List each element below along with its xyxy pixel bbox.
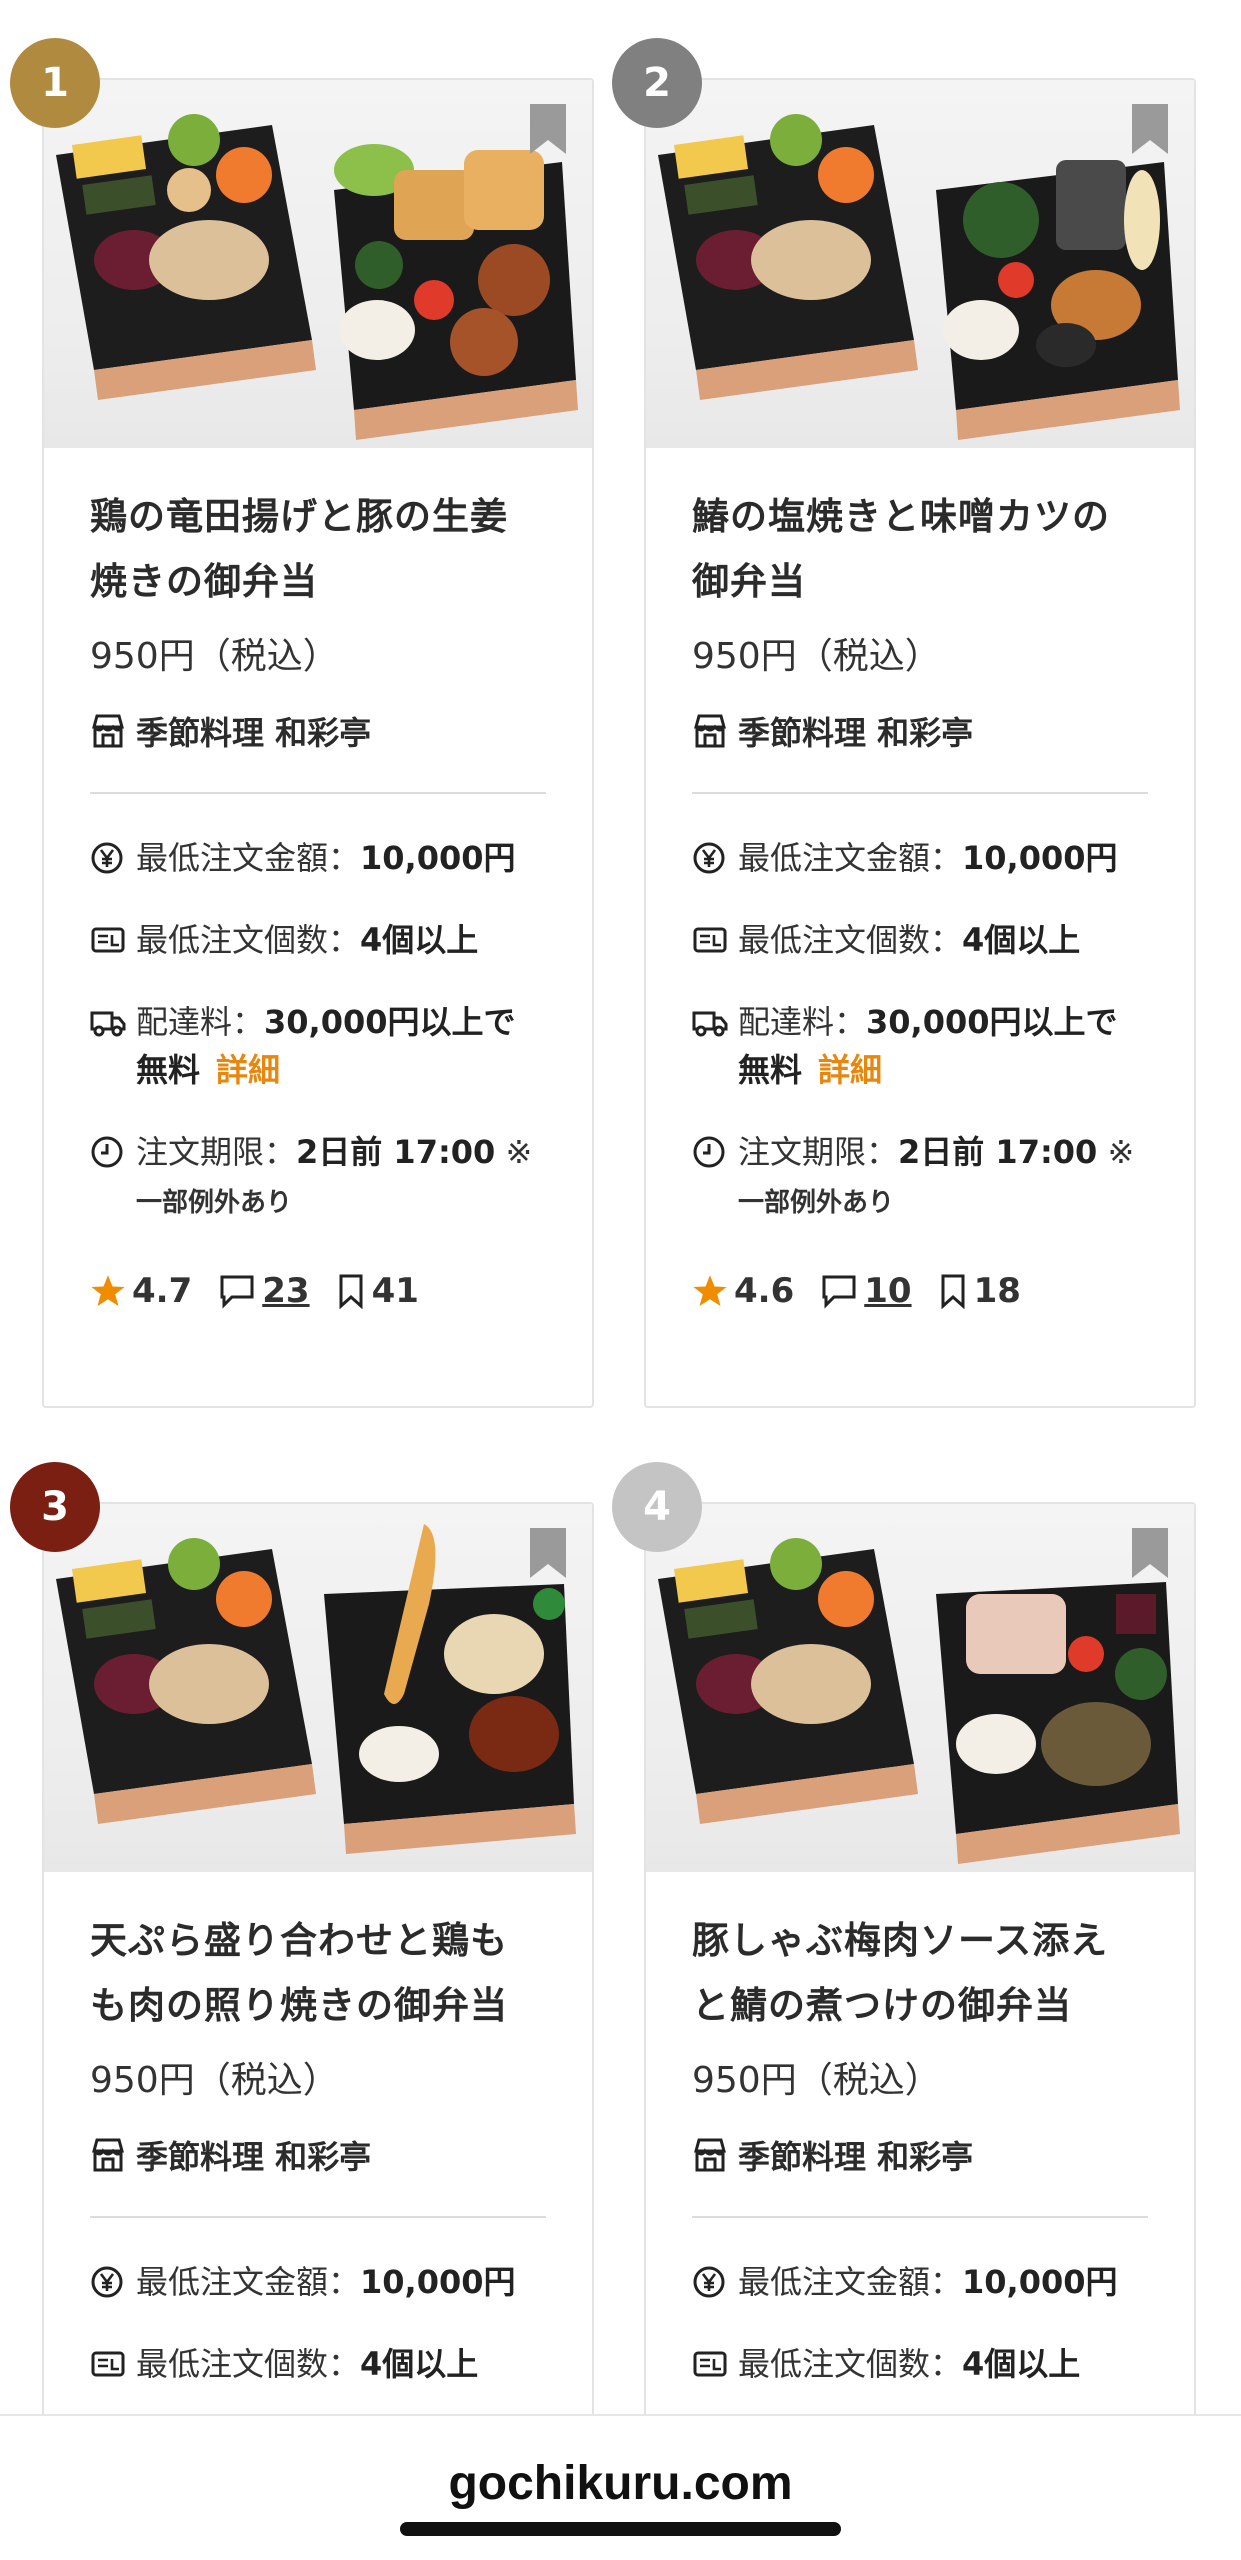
site-domain[interactable]: gochikuru.com (0, 2456, 1241, 2511)
box-count-icon (91, 2351, 125, 2377)
title-line-2: も肉の照り焼きの御弁当 (90, 1984, 508, 2027)
bookmark-outline-icon (941, 1274, 965, 1309)
deadline-row: 注文期限：2日前 17:00 ※ 一部例外あり (90, 1128, 546, 1227)
product-card-1[interactable]: 鶏の竜田揚げと豚の生姜 焼きの御弁当 950円（税込） 季節料理 和彩亭 最低注… (42, 78, 594, 1408)
shop-icon (92, 714, 124, 748)
shop-label: 季節料理 和彩亭 (738, 2138, 974, 2176)
bookmark-outline-icon (339, 1274, 363, 1309)
shop-icon (694, 714, 726, 748)
min-qty-row: 最低注文個数：4個以上 (90, 2340, 546, 2388)
deadline-row: 注文期限：2日前 17:00 ※ 一部例外あり (692, 1128, 1148, 1227)
clock-icon (693, 1136, 725, 1168)
min-qty-row: 最低注文個数：4個以上 (90, 916, 546, 964)
divider (692, 2216, 1148, 2218)
detail-link[interactable]: 詳細 (818, 1051, 882, 1089)
product-title[interactable]: 天ぷら盛り合わせと鶏も も肉の照り焼きの御弁当 (90, 1908, 546, 2038)
product-title[interactable]: 豚しゃぶ梅肉ソース添え と鯖の煮つけの御弁当 (692, 1908, 1148, 2038)
title-line-1: 鶏の竜田揚げと豚の生姜 (90, 495, 508, 538)
product-title[interactable]: 鶏の竜田揚げと豚の生姜 焼きの御弁当 (90, 484, 546, 614)
home-indicator[interactable] (400, 2522, 841, 2536)
min-qty-row: 最低注文個数：4個以上 (692, 916, 1148, 964)
comment-icon (822, 1275, 856, 1309)
divider (90, 2216, 546, 2218)
delivery-row: 配達料：30,000円以上で 無料 詳細 (90, 998, 546, 1094)
title-line-1: 豚しゃぶ梅肉ソース添え (692, 1919, 1109, 1962)
detail-link[interactable]: 詳細 (216, 1051, 280, 1089)
divider (692, 792, 1148, 794)
bento-image-4[interactable] (646, 1504, 1194, 1872)
min-amount-row: 最低注文金額：10,000円 (692, 2258, 1148, 2306)
box-count-icon (693, 2351, 727, 2377)
yen-icon (91, 2266, 123, 2298)
comment-icon (220, 1275, 254, 1309)
bookmark-count: 18 (938, 1271, 1021, 1311)
box-count-icon (91, 927, 125, 953)
star-icon (91, 1275, 125, 1306)
rank-badge-4: 4 (612, 1462, 702, 1552)
price: 950円（税込） (90, 2060, 339, 2101)
clock-icon (91, 1136, 123, 1168)
star-icon (693, 1275, 727, 1306)
shop-icon (92, 2138, 124, 2172)
shop-name[interactable]: 季節料理 和彩亭 (90, 708, 546, 754)
delivery-truck-icon (90, 1011, 126, 1037)
price: 950円（税込） (692, 636, 941, 677)
product-grid: 1 鶏の竜田揚げと豚の生姜 焼きの御弁当 950円（税込） 季節料理 和彩亭 最… (0, 0, 1241, 2420)
title-line-1: 天ぷら盛り合わせと鶏も (90, 1919, 508, 1962)
shop-icon (694, 2138, 726, 2172)
shop-label: 季節料理 和彩亭 (136, 2138, 372, 2176)
shop-label: 季節料理 和彩亭 (136, 714, 372, 752)
rank-badge-1: 1 (10, 38, 100, 128)
min-amount-row: 最低注文金額：10,000円 (692, 834, 1148, 882)
yen-icon (693, 2266, 725, 2298)
bento-photo (56, 1524, 576, 1854)
title-line-2: 焼きの御弁当 (90, 560, 318, 603)
stats-row: 4.7 23 41 (90, 1271, 546, 1311)
min-qty-row: 最低注文個数：4個以上 (692, 2340, 1148, 2388)
bento-photo (658, 114, 1180, 440)
bento-photo (56, 114, 578, 440)
site-footer-bar: gochikuru.com (0, 2414, 1241, 2560)
bookmark-count: 41 (336, 1271, 419, 1311)
shop-name[interactable]: 季節料理 和彩亭 (692, 708, 1148, 754)
shop-label: 季節料理 和彩亭 (738, 714, 974, 752)
bento-photo (658, 1538, 1180, 1864)
bento-image-2[interactable] (646, 80, 1194, 448)
bookmark-icon[interactable] (530, 104, 566, 154)
yen-icon (91, 842, 123, 874)
title-line-2: と鯖の煮つけの御弁当 (692, 1984, 1072, 2027)
product-card-2[interactable]: 鰆の塩焼きと味噌カツの 御弁当 950円（税込） 季節料理 和彩亭 最低注文金額… (644, 78, 1196, 1408)
bento-image-1[interactable] (44, 80, 592, 448)
rank-badge-3: 3 (10, 1462, 100, 1552)
divider (90, 792, 546, 794)
comments[interactable]: 10 (820, 1271, 912, 1311)
delivery-truck-icon (692, 1011, 728, 1037)
price: 950円（税込） (90, 636, 339, 677)
rank-badge-2: 2 (612, 38, 702, 128)
bookmark-icon[interactable] (1132, 1528, 1168, 1578)
shop-name[interactable]: 季節料理 和彩亭 (90, 2132, 546, 2178)
stats-row: 4.6 10 18 (692, 1271, 1148, 1311)
delivery-row: 配達料：30,000円以上で 無料 詳細 (692, 998, 1148, 1094)
product-title[interactable]: 鰆の塩焼きと味噌カツの 御弁当 (692, 484, 1148, 614)
bookmark-icon[interactable] (530, 1528, 566, 1578)
price: 950円（税込） (692, 2060, 941, 2101)
yen-icon (693, 842, 725, 874)
min-amount-row: 最低注文金額：10,000円 (90, 834, 546, 882)
comments[interactable]: 23 (218, 1271, 310, 1311)
title-line-2: 御弁当 (692, 560, 806, 603)
rating: 4.7 (90, 1271, 192, 1311)
product-card-3[interactable]: 天ぷら盛り合わせと鶏も も肉の照り焼きの御弁当 950円（税込） 季節料理 和彩… (42, 1502, 594, 2420)
box-count-icon (693, 927, 727, 953)
min-amount-row: 最低注文金額：10,000円 (90, 2258, 546, 2306)
bento-image-3[interactable] (44, 1504, 592, 1872)
product-card-4[interactable]: 豚しゃぶ梅肉ソース添え と鯖の煮つけの御弁当 950円（税込） 季節料理 和彩亭… (644, 1502, 1196, 2420)
shop-name[interactable]: 季節料理 和彩亭 (692, 2132, 1148, 2178)
bookmark-icon[interactable] (1132, 104, 1168, 154)
rating: 4.6 (692, 1271, 794, 1311)
title-line-1: 鰆の塩焼きと味噌カツの (692, 495, 1110, 538)
